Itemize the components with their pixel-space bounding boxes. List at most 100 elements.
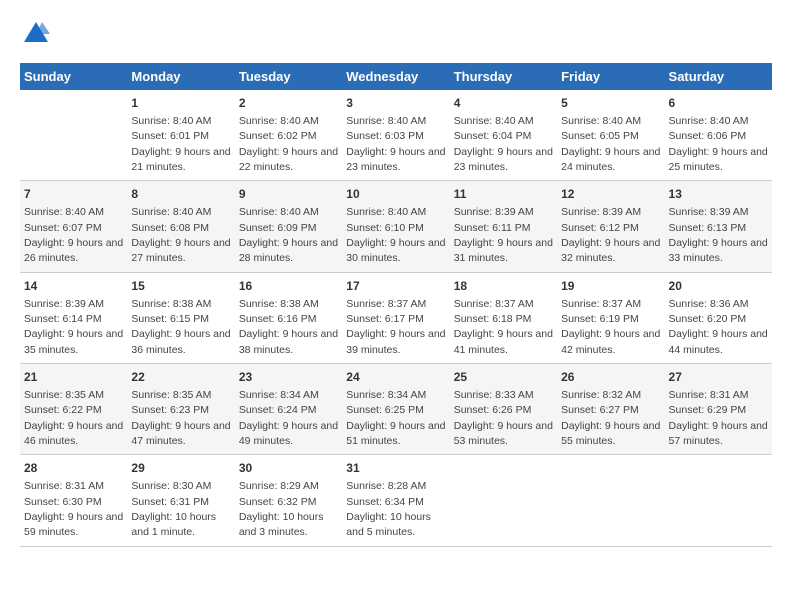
day-sunrise: Sunrise: 8:40 AM xyxy=(454,115,534,127)
calendar-cell: 2Sunrise: 8:40 AMSunset: 6:02 PMDaylight… xyxy=(235,90,342,181)
day-sunset: Sunset: 6:11 PM xyxy=(454,222,531,234)
day-number: 5 xyxy=(561,95,660,112)
day-sunrise: Sunrise: 8:31 AM xyxy=(24,480,104,492)
calendar-cell: 8Sunrise: 8:40 AMSunset: 6:08 PMDaylight… xyxy=(127,181,234,272)
day-daylight: Daylight: 9 hours and 42 minutes. xyxy=(561,328,660,355)
weekday-header-saturday: Saturday xyxy=(665,63,772,90)
day-number: 28 xyxy=(24,460,123,477)
day-sunset: Sunset: 6:02 PM xyxy=(239,130,317,142)
day-daylight: Daylight: 9 hours and 55 minutes. xyxy=(561,420,660,447)
week-row-4: 21Sunrise: 8:35 AMSunset: 6:22 PMDayligh… xyxy=(20,364,772,455)
day-sunrise: Sunrise: 8:39 AM xyxy=(561,206,641,218)
day-sunset: Sunset: 6:07 PM xyxy=(24,222,102,234)
day-sunset: Sunset: 6:32 PM xyxy=(239,496,317,508)
day-sunrise: Sunrise: 8:36 AM xyxy=(669,298,749,310)
day-number: 26 xyxy=(561,369,660,386)
day-sunset: Sunset: 6:27 PM xyxy=(561,404,639,416)
day-number: 24 xyxy=(346,369,445,386)
day-number: 20 xyxy=(669,278,768,295)
day-number: 30 xyxy=(239,460,338,477)
day-daylight: Daylight: 9 hours and 31 minutes. xyxy=(454,237,553,264)
day-sunrise: Sunrise: 8:40 AM xyxy=(24,206,104,218)
day-sunset: Sunset: 6:31 PM xyxy=(131,496,209,508)
day-sunrise: Sunrise: 8:37 AM xyxy=(346,298,426,310)
week-row-3: 14Sunrise: 8:39 AMSunset: 6:14 PMDayligh… xyxy=(20,272,772,363)
calendar-cell: 1Sunrise: 8:40 AMSunset: 6:01 PMDaylight… xyxy=(127,90,234,181)
day-number: 12 xyxy=(561,186,660,203)
calendar-cell: 23Sunrise: 8:34 AMSunset: 6:24 PMDayligh… xyxy=(235,364,342,455)
calendar-cell: 31Sunrise: 8:28 AMSunset: 6:34 PMDayligh… xyxy=(342,455,449,546)
day-sunset: Sunset: 6:06 PM xyxy=(669,130,747,142)
day-daylight: Daylight: 9 hours and 46 minutes. xyxy=(24,420,123,447)
day-number: 21 xyxy=(24,369,123,386)
week-row-5: 28 Sunrise: 8:31 AM Sunset: 6:30 PM Dayligh… xyxy=(20,455,772,546)
day-sunrise: Sunrise: 8:40 AM xyxy=(131,206,211,218)
day-daylight: Daylight: 9 hours and 27 minutes. xyxy=(131,237,230,264)
week-row-1: 1Sunrise: 8:40 AMSunset: 6:01 PMDaylight… xyxy=(20,90,772,181)
calendar-cell xyxy=(557,455,664,546)
day-sunset: Sunset: 6:22 PM xyxy=(24,404,102,416)
day-daylight: Daylight: 9 hours and 25 minutes. xyxy=(669,146,768,173)
day-daylight: Daylight: 9 hours and 39 minutes. xyxy=(346,328,445,355)
day-sunrise: Sunrise: 8:40 AM xyxy=(239,206,319,218)
logo xyxy=(20,20,50,53)
day-daylight: Daylight: 9 hours and 53 minutes. xyxy=(454,420,553,447)
day-sunset: Sunset: 6:12 PM xyxy=(561,222,639,234)
day-number: 6 xyxy=(669,95,768,112)
day-daylight: Daylight: 9 hours and 47 minutes. xyxy=(131,420,230,447)
day-daylight: Daylight: 9 hours and 32 minutes. xyxy=(561,237,660,264)
week-row-2: 7Sunrise: 8:40 AMSunset: 6:07 PMDaylight… xyxy=(20,181,772,272)
day-sunset: Sunset: 6:23 PM xyxy=(131,404,209,416)
day-daylight: Daylight: 10 hours and 3 minutes. xyxy=(239,511,324,538)
calendar-cell: 4Sunrise: 8:40 AMSunset: 6:04 PMDaylight… xyxy=(450,90,557,181)
day-sunrise: Sunrise: 8:40 AM xyxy=(669,115,749,127)
day-number: 23 xyxy=(239,369,338,386)
weekday-header-row: SundayMondayTuesdayWednesdayThursdayFrid… xyxy=(20,63,772,90)
day-number: 4 xyxy=(454,95,553,112)
day-sunset: Sunset: 6:30 PM xyxy=(24,496,102,508)
day-number: 16 xyxy=(239,278,338,295)
day-number: 9 xyxy=(239,186,338,203)
calendar-cell: 7Sunrise: 8:40 AMSunset: 6:07 PMDaylight… xyxy=(20,181,127,272)
day-daylight: Daylight: 9 hours and 28 minutes. xyxy=(239,237,338,264)
day-sunrise: Sunrise: 8:40 AM xyxy=(561,115,641,127)
day-daylight: Daylight: 9 hours and 23 minutes. xyxy=(454,146,553,173)
weekday-header-thursday: Thursday xyxy=(450,63,557,90)
day-sunrise: Sunrise: 8:37 AM xyxy=(561,298,641,310)
day-sunrise: Sunrise: 8:32 AM xyxy=(561,389,641,401)
day-sunset: Sunset: 6:09 PM xyxy=(239,222,317,234)
calendar-cell: 21Sunrise: 8:35 AMSunset: 6:22 PMDayligh… xyxy=(20,364,127,455)
calendar-cell: 15Sunrise: 8:38 AMSunset: 6:15 PMDayligh… xyxy=(127,272,234,363)
calendar-cell: 5 Sunrise: 8:40 AM Sunset: 6:05 PM Daylight… xyxy=(557,90,664,181)
day-sunset: Sunset: 6:13 PM xyxy=(669,222,747,234)
day-number: 3 xyxy=(346,95,445,112)
calendar-table: SundayMondayTuesdayWednesdayThursdayFrid… xyxy=(20,63,772,547)
day-sunrise: Sunrise: 8:40 AM xyxy=(346,206,426,218)
day-sunset: Sunset: 6:20 PM xyxy=(669,313,747,325)
day-daylight: Daylight: 9 hours and 24 minutes. xyxy=(561,146,660,173)
day-daylight: Daylight: 9 hours and 41 minutes. xyxy=(454,328,553,355)
day-sunset: Sunset: 6:29 PM xyxy=(669,404,747,416)
day-sunset: Sunset: 6:24 PM xyxy=(239,404,317,416)
day-daylight: Daylight: 9 hours and 51 minutes. xyxy=(346,420,445,447)
day-sunset: Sunset: 6:26 PM xyxy=(454,404,532,416)
day-daylight: Daylight: 9 hours and 49 minutes. xyxy=(239,420,338,447)
day-sunset: Sunset: 6:16 PM xyxy=(239,313,317,325)
day-number: 27 xyxy=(669,369,768,386)
calendar-cell: 6 Sunrise: 8:40 AM Sunset: 6:06 PM Daylight… xyxy=(665,90,772,181)
day-sunrise: Sunrise: 8:40 AM xyxy=(239,115,319,127)
day-number: 18 xyxy=(454,278,553,295)
day-sunset: Sunset: 6:19 PM xyxy=(561,313,639,325)
calendar-cell: 10Sunrise: 8:40 AMSunset: 6:10 PMDayligh… xyxy=(342,181,449,272)
calendar-cell: 28Sunrise: 8:31 AMSunset: 6:30 PMDayligh… xyxy=(20,455,127,546)
day-sunset: Sunset: 6:05 PM xyxy=(561,130,639,142)
calendar-cell: 19Sunrise: 8:37 AMSunset: 6:19 PMDayligh… xyxy=(557,272,664,363)
logo-icon xyxy=(22,20,50,48)
day-number: 25 xyxy=(454,369,553,386)
weekday-header-friday: Friday xyxy=(557,63,664,90)
weekday-header-sunday: Sunday xyxy=(20,63,127,90)
day-sunrise: Sunrise: 8:40 AM xyxy=(346,115,426,127)
day-sunset: Sunset: 6:01 PM xyxy=(131,130,209,142)
calendar-cell: 26 Sunrise: 8:32 AM Sunset: 6:27 PM Dayligh… xyxy=(557,364,664,455)
weekday-header-monday: Monday xyxy=(127,63,234,90)
